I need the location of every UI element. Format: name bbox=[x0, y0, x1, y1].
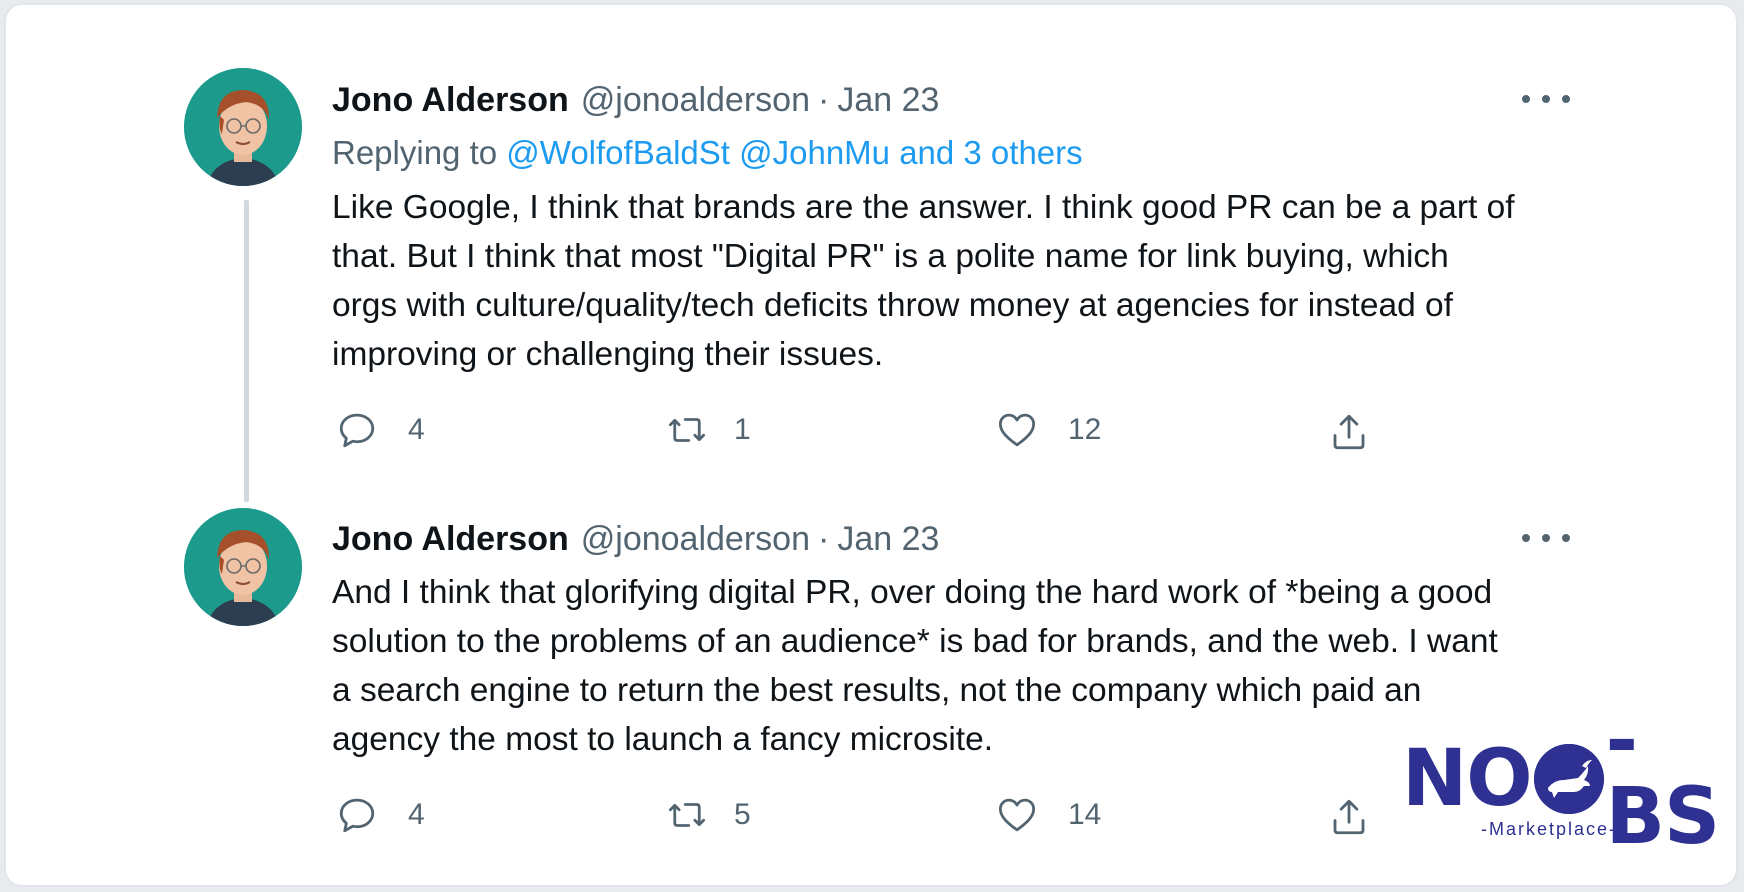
reply-count: 4 bbox=[408, 798, 425, 831]
logo-text-left: NO bbox=[1402, 734, 1533, 824]
retweet-count: 5 bbox=[734, 798, 751, 831]
share-button[interactable] bbox=[1328, 410, 1370, 454]
like-icon bbox=[998, 413, 1036, 447]
tweet-text-line: orgs with culture/quality/tech deficits … bbox=[332, 287, 1453, 324]
tweet-header: Jono Alderson @jonoalderson · Jan 23 bbox=[332, 78, 939, 122]
bull-icon bbox=[1533, 744, 1604, 814]
user-handle[interactable]: @jonoalderson bbox=[581, 78, 810, 122]
tweet-text-line: a search engine to return the best resul… bbox=[332, 672, 1422, 709]
retweet-icon bbox=[668, 418, 706, 442]
mention-link[interactable]: @WolfofBaldSt bbox=[506, 134, 730, 171]
logo-tagline: -Marketplace- bbox=[1480, 819, 1618, 839]
tweet-text: And I think that glorifying digital PR, … bbox=[332, 568, 1582, 764]
tweet-thread-card: Jono Alderson @jonoalderson · Jan 23 Rep… bbox=[4, 3, 1738, 887]
tweet-text-line: improving or challenging their issues. bbox=[332, 336, 884, 373]
retweet-icon bbox=[668, 803, 706, 827]
display-name[interactable]: Jono Alderson bbox=[332, 517, 569, 561]
reply-count: 4 bbox=[408, 413, 425, 446]
tweet-text: Like Google, I think that brands are the… bbox=[332, 183, 1582, 379]
reply-icon bbox=[339, 413, 375, 448]
more-horizontal-icon[interactable] bbox=[1522, 526, 1570, 550]
logo-wordmark: NO -BS bbox=[1402, 702, 1720, 856]
replying-to-label: Replying to bbox=[332, 134, 498, 171]
avatar[interactable] bbox=[184, 508, 302, 626]
separator-dot: · bbox=[817, 81, 830, 119]
tweet-date[interactable]: Jan 23 bbox=[837, 517, 939, 561]
reply-button[interactable]: 4 bbox=[336, 408, 425, 452]
tweet-text-line: that. But I think that most "Digital PR"… bbox=[332, 238, 1449, 275]
reply-icon bbox=[339, 798, 375, 833]
share-icon bbox=[1333, 799, 1365, 835]
display-name[interactable]: Jono Alderson bbox=[332, 78, 569, 122]
avatar-portrait-icon bbox=[184, 508, 302, 626]
like-button[interactable]: 12 bbox=[996, 408, 1101, 452]
like-button[interactable]: 14 bbox=[996, 793, 1101, 837]
thread-connector-line bbox=[244, 200, 249, 502]
user-handle[interactable]: @jonoalderson bbox=[581, 517, 810, 561]
like-count: 12 bbox=[1068, 413, 1102, 446]
tweet-text-line: agency the most to launch a fancy micros… bbox=[332, 721, 994, 758]
retweet-button[interactable]: 1 bbox=[666, 408, 751, 452]
retweet-count: 1 bbox=[734, 413, 751, 446]
mention-link[interactable]: @JohnMu bbox=[739, 134, 890, 171]
tweet-text-line: Like Google, I think that brands are the… bbox=[332, 189, 1515, 226]
retweet-button[interactable]: 5 bbox=[666, 793, 751, 837]
more-horizontal-icon[interactable] bbox=[1522, 87, 1570, 111]
avatar[interactable] bbox=[184, 68, 302, 186]
share-button[interactable] bbox=[1328, 795, 1370, 839]
separator-dot: · bbox=[817, 520, 830, 558]
share-icon bbox=[1333, 414, 1365, 450]
others-link[interactable]: and 3 others bbox=[899, 134, 1082, 171]
no-bs-marketplace-logo: NO -BS -Marketplace- bbox=[1402, 702, 1720, 856]
avatar-portrait-icon bbox=[184, 68, 302, 186]
tweet-date[interactable]: Jan 23 bbox=[837, 78, 939, 122]
tweet-text-line: solution to the problems of an audience*… bbox=[332, 623, 1498, 660]
tweet-text-line: And I think that glorifying digital PR, … bbox=[332, 574, 1493, 611]
replying-to: Replying to @WolfofBaldSt @JohnMu and 3 … bbox=[332, 131, 1083, 175]
tweet-header: Jono Alderson @jonoalderson · Jan 23 bbox=[332, 517, 939, 561]
like-icon bbox=[998, 798, 1036, 832]
reply-button[interactable]: 4 bbox=[336, 793, 425, 837]
like-count: 14 bbox=[1068, 798, 1102, 831]
